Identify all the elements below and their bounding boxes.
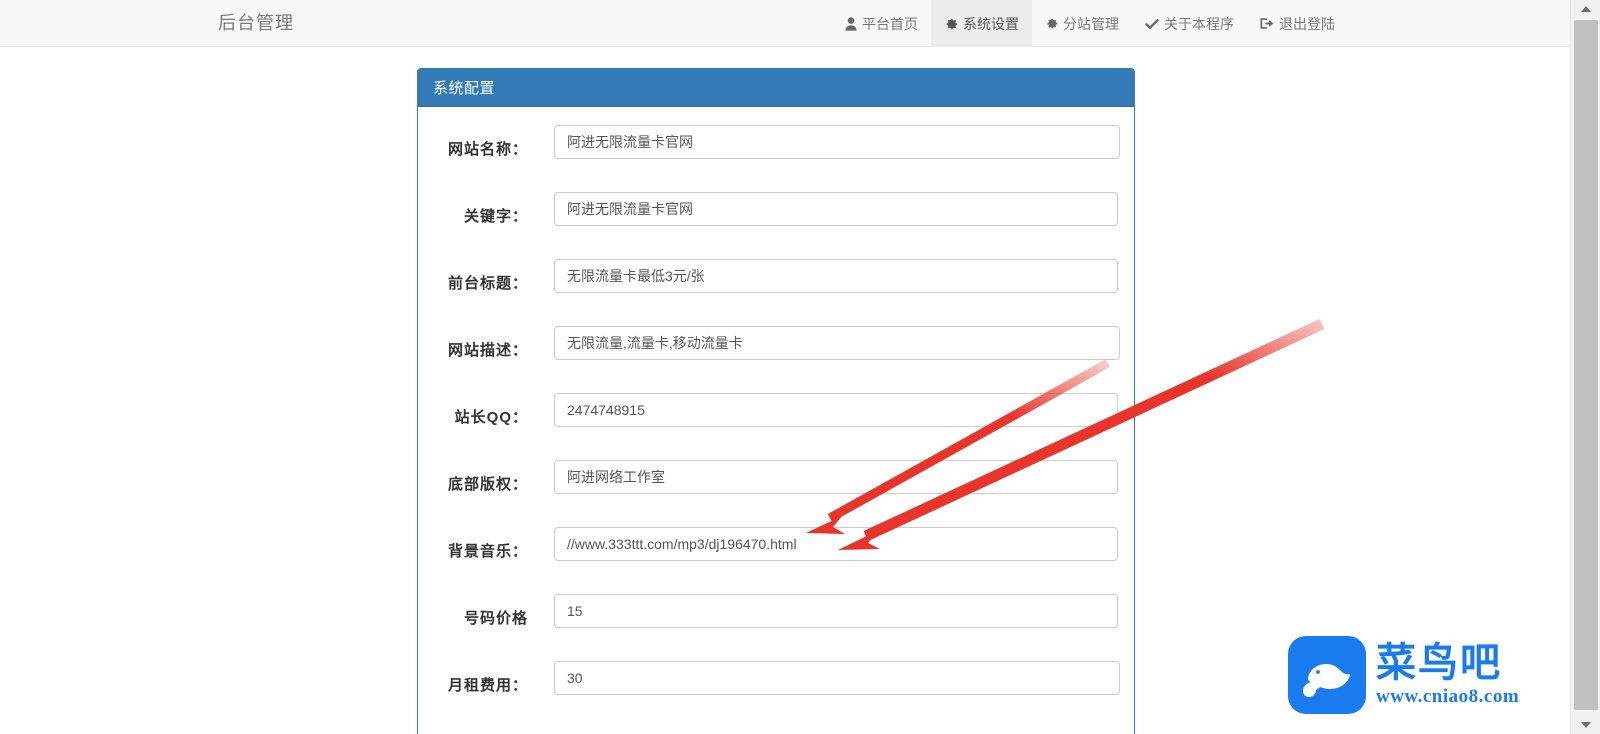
nav-item-label: 分站管理 [1063,15,1119,32]
top-navbar: 后台管理 平台首页 系统设置 分站管理 关于本程序 退出登陆 [0,0,1570,47]
navbar-menu: 平台首页 系统设置 分站管理 关于本程序 退出登陆 [832,0,1348,47]
nav-item-label: 系统设置 [963,15,1019,32]
form-row-site-description: 网站描述： [418,326,1134,393]
form-row-background-music: 背景音乐： [418,527,1134,594]
sign-out-icon [1260,17,1274,30]
watermark-brand: 菜鸟吧 [1376,640,1502,686]
field-label: 背景音乐： [447,543,528,560]
scroll-down-arrow-icon[interactable] [1571,716,1600,734]
field-label: 号码价格 [463,610,528,627]
nav-item-platform-home[interactable]: 平台首页 [832,0,931,47]
form-row-keywords: 关键字： [418,192,1134,259]
form-row-front-title: 前台标题： [418,259,1134,326]
nav-item-system-settings[interactable]: 系统设置 [931,0,1032,47]
watermark-text: 菜鸟吧 www.cniao8.com [1376,642,1519,708]
nav-item-label: 平台首页 [862,15,918,32]
page-root: 后台管理 平台首页 系统设置 分站管理 关于本程序 退出登陆 系统配置 网站名称… [0,0,1600,734]
form-row-webmaster-qq: 站长QQ： [418,393,1134,460]
footer-copyright-input[interactable] [554,460,1118,494]
scroll-up-arrow-icon[interactable] [1571,0,1600,18]
gear-icon [944,17,958,31]
monthly-fee-input[interactable] [554,661,1120,695]
nav-item-label: 退出登陆 [1279,15,1335,32]
field-label: 月租费用： [447,677,528,694]
number-price-input[interactable] [554,594,1118,628]
webmaster-qq-input[interactable] [554,393,1118,427]
field-label: 网站描述： [447,342,528,359]
background-music-input[interactable] [554,527,1118,561]
nav-item-label: 关于本程序 [1164,15,1234,32]
check-icon [1145,18,1159,30]
keywords-input[interactable] [554,192,1118,226]
nav-item-about-program[interactable]: 关于本程序 [1132,0,1247,47]
site-description-input[interactable] [554,326,1120,360]
field-label: 底部版权： [447,476,528,493]
user-icon [845,16,857,31]
cniao-bird-logo-icon [1288,636,1366,714]
scrollbar-thumb[interactable] [1574,20,1598,710]
page-scrollbar[interactable] [1570,0,1600,734]
panel-title: 系统配置 [433,80,496,97]
field-label: 前台标题： [447,275,528,292]
form-row-number-price: 号码价格 [418,594,1134,661]
field-label: 站长QQ： [454,409,528,426]
form-row-monthly-fee: 月租费用： [418,661,1134,728]
nav-item-substation-management[interactable]: 分站管理 [1032,0,1132,47]
nav-item-logout[interactable]: 退出登陆 [1247,0,1348,47]
field-label: 关键字： [463,208,528,225]
form-row-footer-copyright: 底部版权： [418,460,1134,527]
gear-icon [1045,17,1058,30]
panel-heading: 系统配置 [418,69,1134,107]
field-label: 网站名称： [447,141,528,158]
system-config-panel: 系统配置 网站名称： 关键字： 前台标题： 网站描述： 站长QQ： [417,68,1135,734]
form-row-site-name: 网站名称： [418,125,1134,192]
site-name-input[interactable] [554,125,1120,159]
panel-body: 网站名称： 关键字： 前台标题： 网站描述： 站长QQ： 底部版权： [418,107,1134,728]
watermark-url: www.cniao8.com [1376,686,1520,707]
brand-title: 后台管理 [218,13,294,33]
watermark: 菜鸟吧 www.cniao8.com [1288,636,1519,714]
front-title-input[interactable] [554,259,1118,293]
